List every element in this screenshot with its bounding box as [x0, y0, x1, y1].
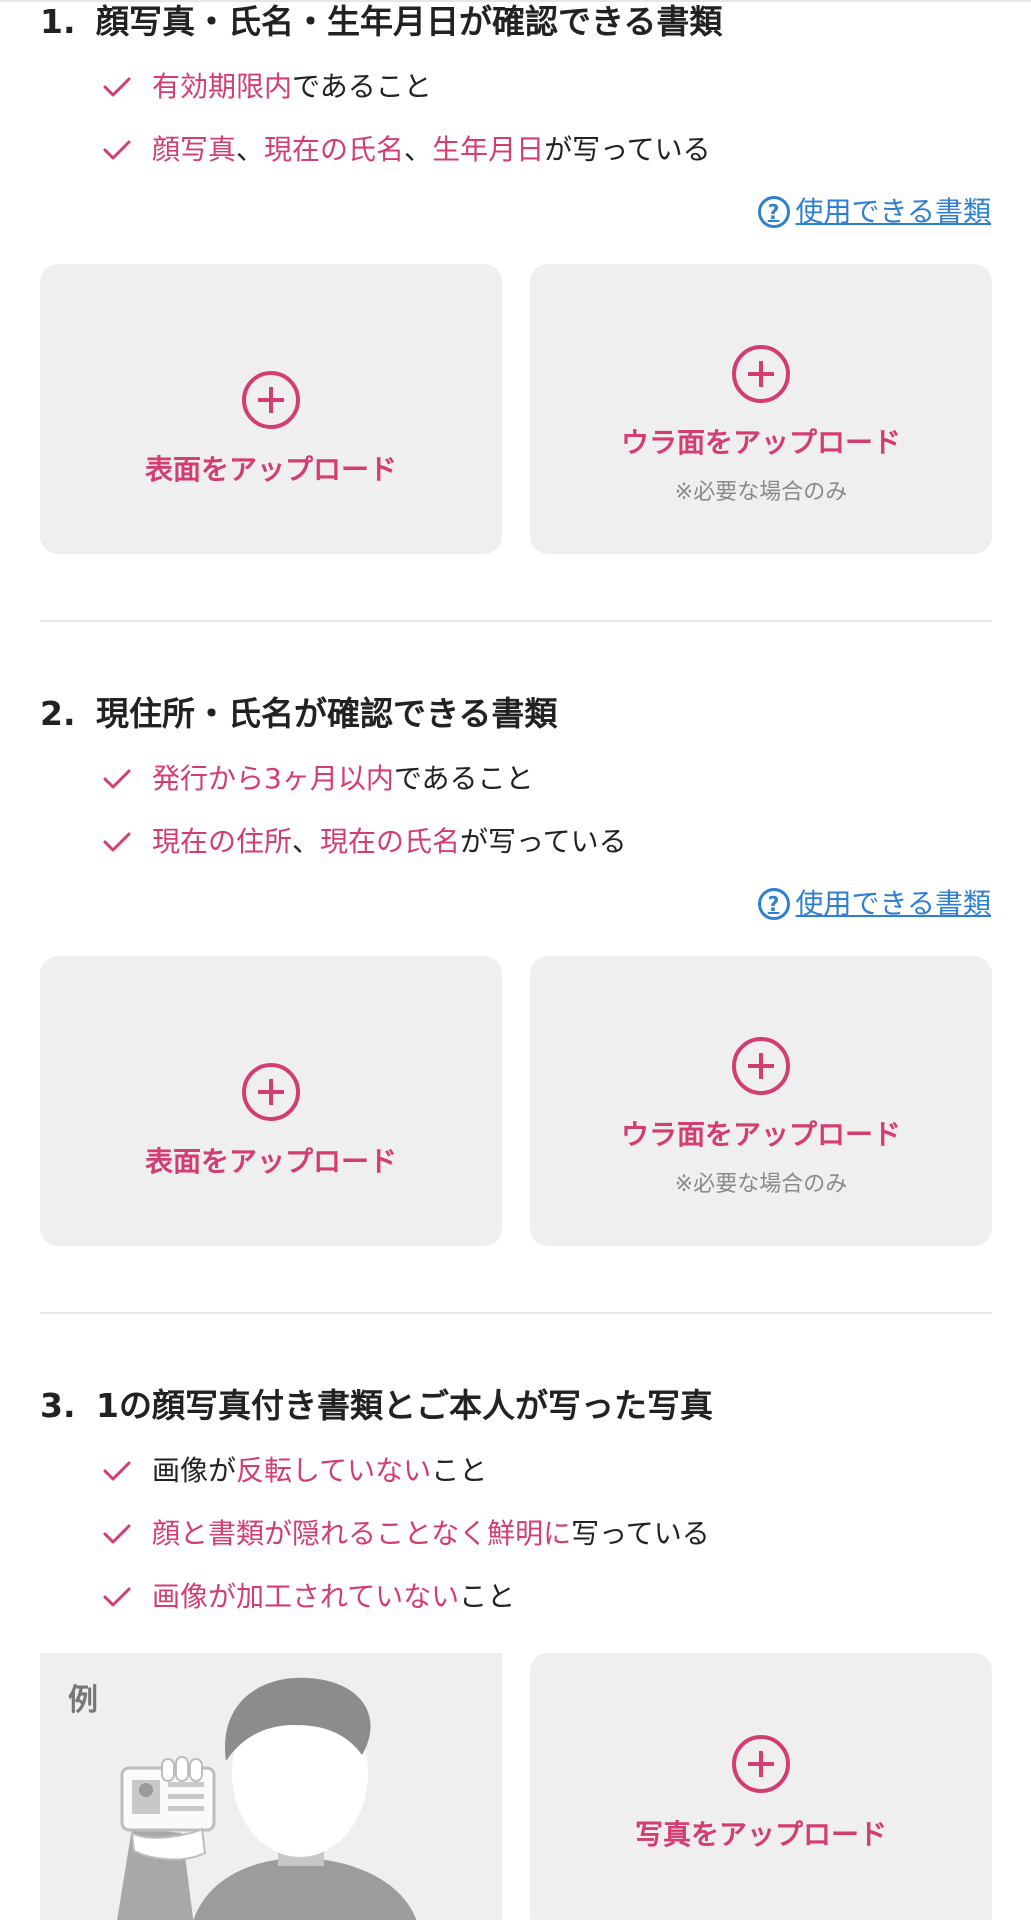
- requirement-item: 顔と書類が隠れることなく鮮明に写っている: [102, 1502, 710, 1565]
- highlighted-text: 反転していない: [236, 1453, 432, 1487]
- upload-back-button[interactable]: ウラ面をアップロード ※必要な場合のみ: [530, 956, 992, 1246]
- section-number: 3.: [40, 1386, 76, 1425]
- upload-photo-button[interactable]: 写真をアップロード: [530, 1653, 992, 1920]
- plus-circle-icon: [732, 345, 790, 403]
- upload-back-label: ウラ面をアップロード: [620, 1118, 901, 1151]
- plain-text: 写っている: [571, 1516, 710, 1550]
- requirement-item: 画像が加工されていないこと: [102, 1565, 710, 1628]
- requirement-item: 発行から3ヶ月以内であること: [102, 747, 627, 810]
- upload-back-note: ※必要な場合のみ: [674, 480, 848, 505]
- check-icon: [103, 769, 131, 788]
- requirement-text: 顔と書類が隠れることなく鮮明に写っている: [152, 1514, 710, 1554]
- upload-front-label: 表面をアップロード: [144, 453, 397, 486]
- requirement-text: 画像が反転していないこと: [152, 1451, 487, 1491]
- check-icon: [103, 140, 131, 159]
- upload-back-label: ウラ面をアップロード: [620, 426, 901, 459]
- section-title: 現住所・氏名が確認できる書類: [96, 694, 558, 733]
- plain-text: 、: [292, 824, 321, 858]
- plain-text: であること: [292, 69, 432, 103]
- plain-text: こと: [431, 1453, 488, 1487]
- help-icon: ?: [757, 196, 790, 228]
- plain-text: であること: [393, 761, 534, 795]
- requirement-item: 画像が反転していないこと: [102, 1439, 710, 1502]
- highlighted-text: 顔と書類が隠れることなく鮮明に: [152, 1516, 572, 1550]
- check-icon: [103, 1524, 131, 1543]
- requirement-item: 有効期限内であること: [102, 55, 711, 118]
- upload-front-button[interactable]: 表面をアップロード: [40, 264, 502, 554]
- help-link-label: 使用できる書類: [795, 195, 991, 228]
- plain-text: が写っている: [544, 132, 711, 166]
- plus-circle-icon: [242, 371, 300, 429]
- upload-back-note: ※必要な場合のみ: [674, 1172, 848, 1197]
- section-title: 1の顔写真付き書類とご本人が写った写真: [96, 1386, 713, 1425]
- requirement-text: 現在の住所、現在の氏名が写っている: [152, 822, 627, 862]
- plain-text: が写っている: [460, 824, 627, 858]
- requirement-item: 顔写真、現在の氏名、生年月日が写っている: [102, 118, 711, 181]
- section-title: 顔写真・氏名・生年月日が確認できる書類: [96, 2, 723, 41]
- plain-text: 画像が: [152, 1453, 237, 1487]
- requirement-text: 顔写真、現在の氏名、生年月日が写っている: [152, 130, 711, 170]
- requirement-list: 画像が反転していないこと 顔と書類が隠れることなく鮮明に写っている 画像が加工されて…: [102, 1439, 710, 1628]
- requirement-list: 発行から3ヶ月以内であること現在の住所、現在の氏名が写っている: [102, 747, 627, 873]
- plain-text: 、: [236, 132, 265, 166]
- usable-documents-link[interactable]: ? 使用できる書類: [757, 192, 991, 232]
- check-icon: [103, 77, 131, 96]
- help-icon: ?: [757, 888, 790, 920]
- section-heading: 2. 現住所・氏名が確認できる書類: [40, 692, 557, 736]
- upload-front-label: 表面をアップロード: [144, 1145, 397, 1178]
- highlighted-text: 有効期限内: [152, 69, 293, 103]
- example-photo: 例: [40, 1653, 502, 1920]
- upload-photo-label: 写真をアップロード: [634, 1818, 887, 1851]
- requirement-text: 画像が加工されていないこと: [152, 1577, 515, 1617]
- check-icon: [103, 1587, 131, 1606]
- usable-documents-link[interactable]: ? 使用できる書類: [757, 884, 991, 924]
- plus-circle-icon: [242, 1063, 300, 1121]
- section-number: 2.: [40, 694, 76, 733]
- section-number: 1.: [40, 2, 76, 41]
- help-link-label: 使用できる書類: [795, 887, 991, 920]
- highlighted-text: 発行から3ヶ月以内: [152, 761, 394, 795]
- highlighted-text: 生年月日: [432, 132, 545, 166]
- plain-text: こと: [459, 1579, 516, 1613]
- highlighted-text: 顔写真: [152, 132, 237, 166]
- check-icon: [103, 1461, 131, 1480]
- section-divider: [40, 1312, 992, 1314]
- requirement-text: 有効期限内であること: [152, 67, 432, 107]
- check-icon: [103, 832, 131, 851]
- requirement-text: 発行から3ヶ月以内であること: [152, 759, 534, 799]
- section-heading: 1. 顔写真・氏名・生年月日が確認できる書類: [40, 0, 722, 44]
- person-holding-id-illustration: [117, 1677, 417, 1920]
- requirement-item: 現在の住所、現在の氏名が写っている: [102, 810, 627, 873]
- section-divider: [40, 620, 992, 622]
- highlighted-text: 画像が加工されていない: [152, 1579, 460, 1613]
- plus-circle-icon: [732, 1037, 790, 1095]
- requirement-list: 有効期限内であること 顔写真、現在の氏名、生年月日が写っている: [102, 55, 711, 181]
- highlighted-text: 現在の氏名: [264, 132, 405, 166]
- section-heading: 3. 1の顔写真付き書類とご本人が写った写真: [40, 1384, 713, 1428]
- highlighted-text: 現在の氏名: [320, 824, 461, 858]
- upload-front-button[interactable]: 表面をアップロード: [40, 956, 502, 1246]
- plus-circle-icon: [732, 1735, 790, 1793]
- upload-back-button[interactable]: ウラ面をアップロード ※必要な場合のみ: [530, 264, 992, 554]
- plain-text: 、: [404, 132, 433, 166]
- highlighted-text: 現在の住所: [152, 824, 293, 858]
